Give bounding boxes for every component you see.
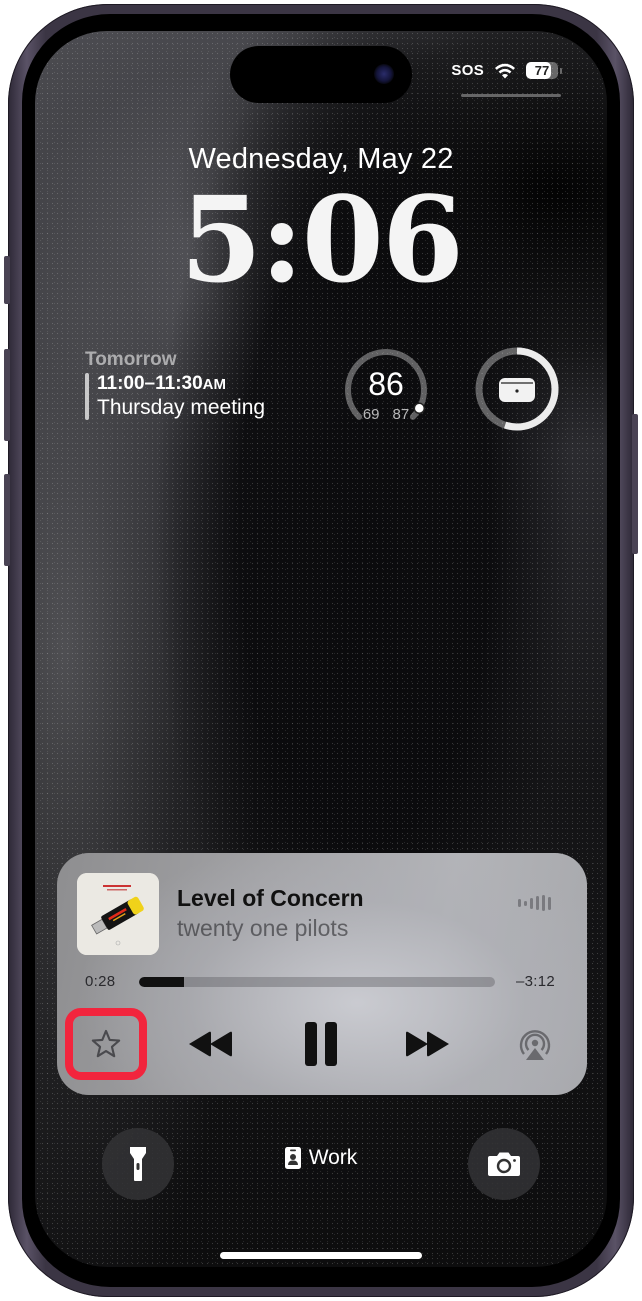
wifi-icon (495, 63, 515, 78)
status-bar: SOS 77 (451, 62, 562, 79)
high-temperature: 87 (392, 406, 410, 423)
album-artwork[interactable] (77, 873, 159, 955)
battery-percent: 77 (534, 63, 550, 78)
id-badge-icon (284, 1147, 301, 1169)
playback-progress (139, 977, 185, 987)
lock-time: 5:06 (180, 170, 464, 309)
control-center-hint[interactable] (461, 94, 561, 97)
pause-button[interactable] (291, 1010, 351, 1078)
battery-tip (560, 67, 562, 74)
airpods-battery-widget[interactable] (473, 345, 561, 433)
remaining-time: –3:12 (515, 973, 555, 990)
low-temperature: 69 (362, 406, 380, 423)
waveform-icon (518, 895, 551, 911)
lock-screen: SOS 77 Wednesday, May 22 5:06 Tomorrow 1… (35, 31, 607, 1267)
previous-track-button[interactable] (181, 1016, 241, 1072)
calendar-widget[interactable]: Tomorrow 11:00–11:30AM Thursday meeting (85, 349, 265, 420)
event-ampm: AM (202, 376, 226, 393)
front-camera (374, 64, 394, 84)
event-color-bar (85, 373, 89, 420)
song-title: Level of Concern (177, 885, 364, 911)
airpods-ring (475, 347, 559, 431)
pause-icon (305, 1022, 337, 1066)
event-title: Thursday meeting (97, 396, 266, 419)
backward-icon (189, 1031, 232, 1057)
dynamic-island (230, 46, 412, 103)
event-time-range: 11:00–11:30 (97, 373, 203, 394)
event-time: 11:00–11:30AM (97, 373, 265, 395)
airplay-icon (519, 1030, 551, 1060)
star-icon (91, 1029, 121, 1058)
battery-indicator: 77 (526, 62, 558, 79)
favorite-button[interactable] (73, 1016, 139, 1072)
usb-drive-artwork (77, 873, 159, 955)
volume-down-button (4, 474, 10, 566)
playback-scrubber[interactable] (139, 977, 495, 987)
carrier-status: SOS (451, 62, 484, 79)
current-temperature: 86 (368, 366, 404, 402)
action-button (4, 256, 10, 304)
calendar-event: 11:00–11:30AM Thursday meeting (85, 373, 265, 420)
camera-button[interactable] (468, 1128, 540, 1200)
song-artist: twenty one pilots (177, 915, 349, 941)
next-track-button[interactable] (397, 1016, 457, 1072)
forward-icon (406, 1031, 449, 1057)
camera-icon (488, 1152, 520, 1176)
now-playing-widget[interactable]: Level of Concern twenty one pilots 0:28 … (57, 853, 587, 1095)
airplay-button[interactable] (505, 1016, 565, 1072)
calendar-day: Tomorrow (85, 349, 177, 370)
airpods-case-icon (499, 378, 535, 402)
weather-widget[interactable]: 86 69 87 (342, 346, 430, 434)
home-indicator[interactable] (220, 1252, 422, 1259)
power-button (632, 414, 638, 554)
elapsed-time: 0:28 (85, 973, 116, 990)
playback-controls (57, 1008, 587, 1080)
focus-mode-label: Work (308, 1146, 358, 1169)
temperature-range: 69 87 (342, 406, 430, 423)
volume-up-button (4, 349, 10, 441)
